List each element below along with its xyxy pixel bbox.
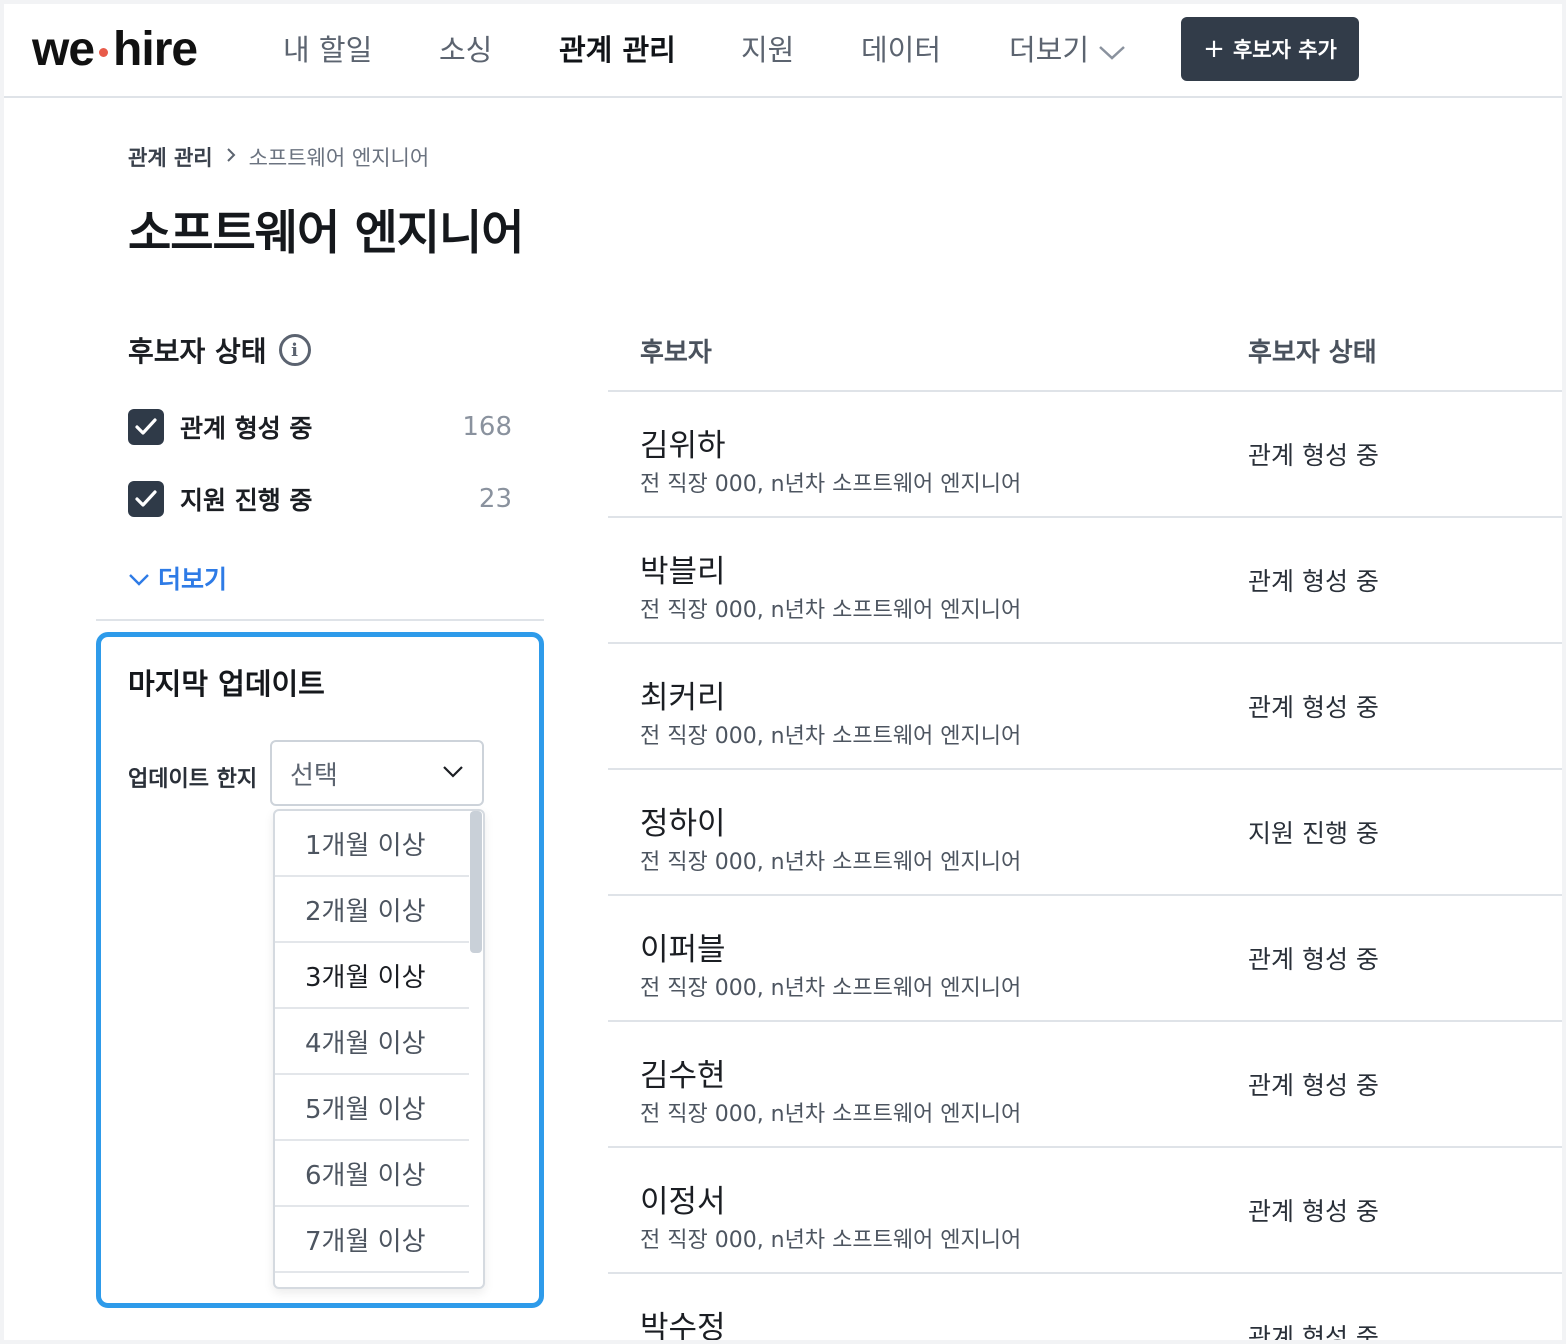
app-window: we hire 내 할일 소싱 관계 관리 지원 데이터 더보기 + 후보자 추가… <box>4 4 1562 1340</box>
table-row[interactable]: 박블리 전 직장 000, n년차 소프트웨어 엔지니어 관계 형성 중 <box>608 518 1562 644</box>
candidate-detail: 전 직장 000, n년차 소프트웨어 엔지니어 <box>640 724 1022 749</box>
checkbox-checked-icon[interactable] <box>128 481 164 517</box>
table-row[interactable]: 최커리 전 직장 000, n년차 소프트웨어 엔지니어 관계 형성 중 <box>608 644 1562 770</box>
nav-item-todo[interactable]: 내 할일 <box>283 28 372 72</box>
candidate-name: 김수현 <box>640 1058 726 1094</box>
filter-option-label: 관계 형성 중 <box>180 414 313 443</box>
info-icon[interactable]: i <box>278 334 311 366</box>
chevron-down-icon <box>1097 30 1127 74</box>
chevron-down-icon <box>128 564 150 593</box>
filter-more-label: 더보기 <box>158 565 228 594</box>
dropdown-option-3-months[interactable]: 3개월 이상 <box>275 943 469 1009</box>
logo-text-hire: hire <box>113 23 198 76</box>
candidate-name: 박블리 <box>640 554 726 590</box>
candidate-detail: 전 직장 000, n년차 소프트웨어 엔지니어 <box>640 850 1022 875</box>
table-row[interactable]: 이정서 전 직장 000, n년차 소프트웨어 엔지니어 관계 형성 중 <box>608 1148 1562 1274</box>
dropdown-option-4-months[interactable]: 4개월 이상 <box>275 1009 469 1075</box>
table-row[interactable]: 박수정 관계 형성 중 <box>608 1274 1562 1340</box>
dropdown-option-1-month[interactable]: 1개월 이상 <box>275 811 469 877</box>
candidate-status: 관계 형성 중 <box>1248 1071 1379 1100</box>
last-update-filter-panel: 마지막 업데이트 업데이트 한지 선택 1개월 이상 2개월 이상 3개월 이상… <box>96 632 544 1308</box>
candidate-status-heading-label: 후보자 상태 <box>128 335 267 368</box>
candidate-detail: 전 직장 000, n년차 소프트웨어 엔지니어 <box>640 1102 1022 1127</box>
breadcrumb-current: 소프트웨어 엔지니어 <box>248 146 430 170</box>
filter-option-label: 지원 진행 중 <box>180 486 313 515</box>
candidate-name: 김위하 <box>640 428 726 464</box>
candidate-name: 박수정 <box>640 1310 726 1340</box>
candidate-status: 관계 형성 중 <box>1248 567 1379 596</box>
table-row[interactable]: 이퍼블 전 직장 000, n년차 소프트웨어 엔지니어 관계 형성 중 <box>608 896 1562 1022</box>
page-title: 소프트웨어 엔지니어 <box>128 206 525 261</box>
add-candidate-label: 후보자 추가 <box>1232 38 1337 62</box>
candidate-detail: 전 직장 000, n년차 소프트웨어 엔지니어 <box>640 1228 1022 1253</box>
checkbox-checked-icon[interactable] <box>128 409 164 445</box>
candidate-detail: 전 직장 000, n년차 소프트웨어 엔지니어 <box>640 472 1022 497</box>
candidate-status: 관계 형성 중 <box>1248 1197 1379 1226</box>
breadcrumb-root[interactable]: 관계 관리 <box>128 142 213 172</box>
breadcrumb: 관계 관리 소프트웨어 엔지니어 <box>128 142 429 172</box>
nav-item-relationship[interactable]: 관계 관리 <box>559 28 676 72</box>
table-header: 후보자 후보자 상태 <box>608 326 1562 392</box>
wehire-logo[interactable]: we hire <box>32 22 198 78</box>
plus-icon: + <box>1203 34 1225 64</box>
table-row[interactable]: 김수현 전 직장 000, n년차 소프트웨어 엔지니어 관계 형성 중 <box>608 1022 1562 1148</box>
dropdown-option-7-months[interactable]: 7개월 이상 <box>275 1207 469 1273</box>
dropdown-option-6-months[interactable]: 6개월 이상 <box>275 1141 469 1207</box>
candidate-detail: 전 직장 000, n년차 소프트웨어 엔지니어 <box>640 976 1022 1001</box>
candidate-status: 관계 형성 중 <box>1248 1323 1379 1340</box>
candidate-status-heading: 후보자 상태 i <box>128 330 311 370</box>
top-navigation-bar: we hire 내 할일 소싱 관계 관리 지원 데이터 더보기 + 후보자 추가 <box>4 4 1562 98</box>
logo-dot-icon <box>99 47 109 57</box>
nav-item-applications[interactable]: 지원 <box>741 28 794 72</box>
logo-text-we: we <box>32 23 95 76</box>
select-placeholder: 선택 <box>290 760 338 791</box>
candidate-name: 이퍼블 <box>640 932 726 968</box>
candidate-detail: 전 직장 000, n년차 소프트웨어 엔지니어 <box>640 598 1022 623</box>
chevron-right-icon <box>225 145 237 169</box>
candidate-name: 이정서 <box>640 1184 726 1220</box>
dropdown-scrollbar[interactable] <box>470 811 482 953</box>
nav-item-data[interactable]: 데이터 <box>861 28 941 72</box>
dropdown-option-2-months[interactable]: 2개월 이상 <box>275 877 469 943</box>
filter-option-count: 23 <box>478 484 512 514</box>
filter-more-link[interactable]: 더보기 <box>128 560 227 596</box>
update-duration-select[interactable]: 선택 <box>270 740 484 806</box>
filter-option-relationship[interactable]: 관계 형성 중 168 <box>128 408 512 446</box>
candidate-name: 최커리 <box>640 680 726 716</box>
candidate-status: 관계 형성 중 <box>1248 945 1379 974</box>
last-update-title: 마지막 업데이트 <box>128 667 325 701</box>
update-duration-dropdown[interactable]: 1개월 이상 2개월 이상 3개월 이상 4개월 이상 5개월 이상 6개월 이… <box>273 809 485 1289</box>
filter-option-count: 168 <box>462 412 512 442</box>
column-header-status[interactable]: 후보자 상태 <box>1248 332 1377 369</box>
candidate-status: 관계 형성 중 <box>1248 441 1379 470</box>
sidebar-divider <box>96 619 544 621</box>
dropdown-option-5-months[interactable]: 5개월 이상 <box>275 1075 469 1141</box>
add-candidate-button[interactable]: + 후보자 추가 <box>1181 17 1359 81</box>
candidate-status: 관계 형성 중 <box>1248 693 1379 722</box>
update-duration-label: 업데이트 한지 <box>128 767 258 792</box>
filter-option-application[interactable]: 지원 진행 중 23 <box>128 480 512 518</box>
nav-item-sourcing[interactable]: 소싱 <box>439 28 492 72</box>
column-header-candidate[interactable]: 후보자 <box>640 332 712 369</box>
table-row[interactable]: 김위하 전 직장 000, n년차 소프트웨어 엔지니어 관계 형성 중 <box>608 392 1562 518</box>
nav-more-label: 더보기 <box>1009 33 1090 67</box>
table-row[interactable]: 정하이 전 직장 000, n년차 소프트웨어 엔지니어 지원 진행 중 <box>608 770 1562 896</box>
chevron-down-icon <box>442 764 464 783</box>
candidate-name: 정하이 <box>640 806 726 842</box>
candidate-status: 지원 진행 중 <box>1248 819 1379 848</box>
nav-item-more[interactable]: 더보기 <box>1009 28 1127 72</box>
